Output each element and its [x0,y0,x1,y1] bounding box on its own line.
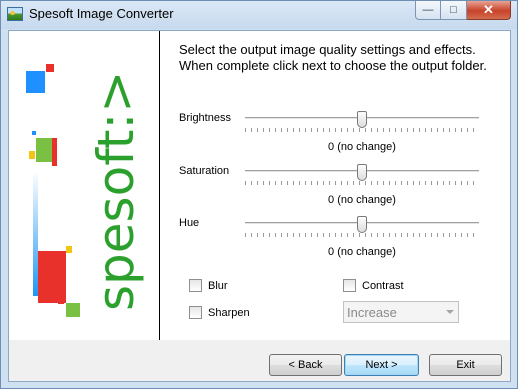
title-bar[interactable]: Spesoft Image Converter — □ ✕ [1,1,517,29]
spesoft-logo: spesoft:> [26,64,145,317]
logo-gradient-bar [33,171,38,296]
app-window: Spesoft Image Converter — □ ✕ spesoft:> … [0,0,518,389]
minimize-button[interactable]: — [415,1,441,20]
contrast-label: Contrast [362,279,404,292]
hue-label: Hue [179,217,200,229]
instructions-text: Select the output image quality settings… [179,42,487,73]
brightness-label: Brightness [179,112,231,124]
logo-square-green [36,138,52,162]
minimize-icon: — [422,4,434,16]
content-area: spesoft:> Select the output image qualit… [9,31,510,340]
settings-panel: Select the output image quality settings… [161,31,510,340]
logo-square-yellow-2 [66,246,72,253]
logo-square-yellow [29,151,35,159]
maximize-button[interactable]: □ [441,1,467,20]
logo-square-red-tiny [58,299,64,304]
next-button[interactable]: Next > [344,354,419,376]
blur-option[interactable]: Blur [189,279,228,292]
saturation-value: 0 (no change) [328,194,396,206]
contrast-mode-value: Increase [347,305,397,320]
exit-button[interactable]: Exit [429,354,502,376]
chevron-down-icon [446,310,454,314]
contrast-mode-select[interactable]: Increase [343,301,459,323]
logo-dot-blue [32,131,36,135]
hue-slider[interactable] [245,216,479,238]
contrast-option[interactable]: Contrast [343,279,404,292]
close-icon: ✕ [483,2,494,17]
logo-square-blue [26,71,45,93]
logo-square-red-large [38,251,66,303]
wizard-client-area: spesoft:> Select the output image qualit… [8,30,511,382]
logo-wordmark: spesoft:> [87,71,145,311]
saturation-label: Saturation [179,165,230,177]
logo-bar-red [52,138,57,166]
sharpen-checkbox[interactable] [189,306,202,319]
blur-label: Blur [208,279,228,292]
brightness-slider[interactable] [245,111,479,133]
logo-square-green-2 [66,303,80,317]
close-button[interactable]: ✕ [467,1,511,20]
sharpen-option[interactable]: Sharpen [189,306,250,319]
brightness-slider-thumb[interactable] [357,111,367,128]
maximize-icon: □ [450,4,457,16]
caption-buttons: — □ ✕ [415,1,511,21]
hue-slider-thumb[interactable] [357,216,367,233]
back-button[interactable]: < Back [269,354,342,376]
sharpen-label: Sharpen [208,306,250,319]
branding-panel: spesoft:> [9,31,160,340]
image-landscape-icon [7,7,23,21]
brightness-value: 0 (no change) [328,141,396,153]
saturation-slider-thumb[interactable] [357,164,367,181]
saturation-slider[interactable] [245,164,479,186]
contrast-checkbox[interactable] [343,279,356,292]
blur-checkbox[interactable] [189,279,202,292]
window-title: Spesoft Image Converter [29,6,174,21]
logo-square-red-small [46,64,54,72]
hue-value: 0 (no change) [328,246,396,258]
